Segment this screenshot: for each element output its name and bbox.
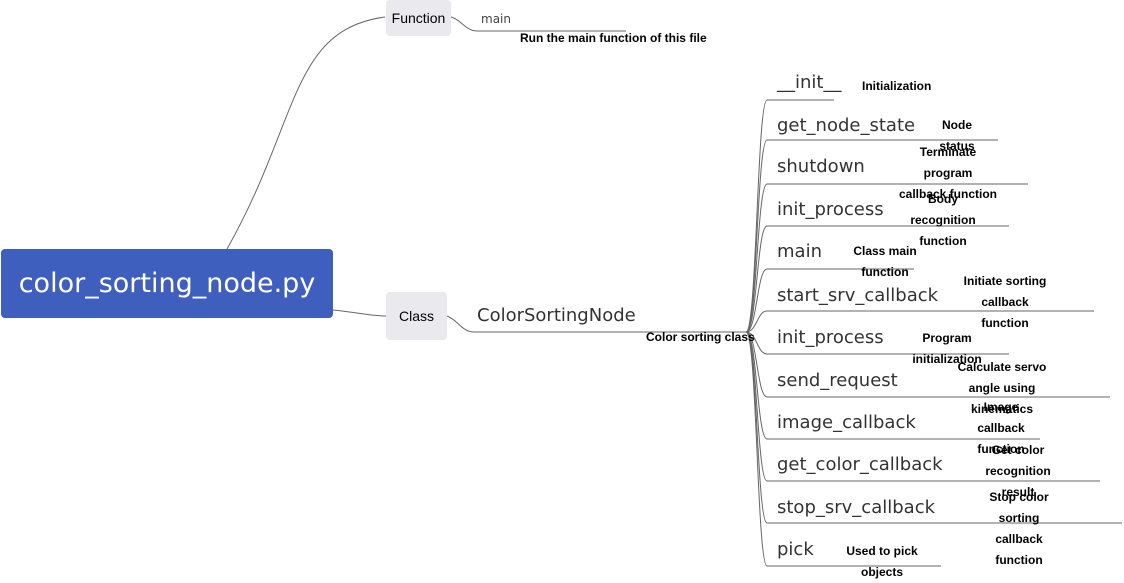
method-note: Stop color sorting callback function: [989, 490, 1049, 567]
method-name: send_request: [777, 370, 898, 391]
root-label: color_sorting_node.py: [18, 268, 316, 299]
function-label: Function: [391, 10, 446, 26]
function-main-note: Run the main function of this file: [520, 31, 707, 45]
method-name: init_process: [777, 327, 884, 348]
link-class-classnode: [446, 315, 475, 333]
method-name: start_srv_callback: [777, 285, 939, 306]
method-topic[interactable]: init_process: [777, 327, 884, 348]
function-node[interactable]: Function: [386, 0, 451, 36]
method-note: Used to pick objects: [846, 544, 918, 579]
method-topic[interactable]: main: [777, 241, 822, 262]
class-node[interactable]: Class: [386, 292, 447, 340]
class-note: Color sorting class: [646, 330, 755, 344]
function-main-name: main: [481, 12, 511, 26]
class-name-label: ColorSortingNode: [477, 305, 636, 326]
method-note: Initiate sorting callback function: [963, 274, 1047, 330]
method-name: __init__: [777, 72, 842, 93]
method-topic[interactable]: send_request: [777, 370, 898, 391]
function-main-topic[interactable]: main: [481, 12, 511, 26]
method-name: stop_srv_callback: [777, 497, 936, 518]
root-node[interactable]: color_sorting_node.py: [1, 249, 333, 318]
class-name-topic[interactable]: ColorSortingNode: [477, 305, 636, 326]
class-label: Class: [398, 308, 434, 324]
method-name: main: [777, 241, 822, 262]
method-topic[interactable]: shutdown: [777, 156, 865, 177]
method-note: Class main function: [853, 244, 917, 279]
method-name: shutdown: [777, 156, 865, 177]
link-classnode-method: [745, 331, 768, 482]
method-topic[interactable]: init_process: [777, 199, 884, 220]
method-topic[interactable]: get_node_state: [777, 115, 915, 136]
method-topic[interactable]: stop_srv_callback: [777, 497, 935, 518]
method-topic[interactable]: start_srv_callback: [777, 285, 938, 306]
method-name: init_process: [777, 199, 884, 220]
method-name: get_node_state: [777, 115, 916, 136]
method-name: image_callback: [777, 412, 916, 433]
link-classnode-method: [745, 331, 768, 567]
method-topic[interactable]: get_color_callback: [777, 454, 943, 475]
link-function-main: [450, 16, 479, 32]
method-name: get_color_callback: [777, 454, 943, 475]
method-topic[interactable]: __init__: [777, 72, 841, 93]
link-classnode-method: [745, 99, 768, 333]
method-name: pick: [777, 539, 814, 560]
method-topic[interactable]: image_callback: [777, 412, 916, 433]
link-root-class: [332, 309, 387, 317]
link-root-function: [226, 16, 386, 250]
method-topic[interactable]: pick: [777, 539, 814, 560]
method-note: Initialization: [862, 79, 932, 93]
